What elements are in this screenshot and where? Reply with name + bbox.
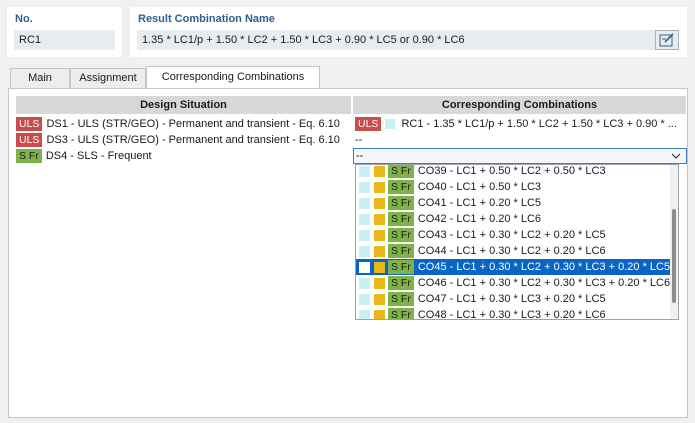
- color-swatch-icon: [359, 293, 370, 305]
- sls-frequent-badge: S Fr: [388, 228, 414, 242]
- tab-corresponding-combinations[interactable]: Corresponding Combinations: [146, 66, 320, 89]
- sls-frequent-badge: S Fr: [388, 308, 414, 319]
- color-swatch-icon: [359, 309, 370, 319]
- color-swatch-icon: [359, 197, 370, 209]
- yellow-square-icon: [374, 165, 385, 177]
- combination-dropdown-list[interactable]: S Fr CO39 - LC1 + 0.50 * LC2 + 0.50 * LC…: [355, 164, 679, 320]
- dropdown-item-co39[interactable]: S Fr CO39 - LC1 + 0.50 * LC2 + 0.50 * LC…: [356, 165, 671, 179]
- name-label: Result Combination Name: [138, 13, 275, 25]
- sls-frequent-badge: S Fr: [388, 212, 414, 226]
- dropdown-item-co46[interactable]: S Fr CO46 - LC1 + 0.30 * LC2 + 0.30 * LC…: [356, 275, 671, 291]
- dropdown-item-co45[interactable]: S Fr CO45 - LC1 + 0.30 * LC2 + 0.30 * LC…: [356, 259, 671, 275]
- column-header-design-situation[interactable]: Design Situation: [16, 96, 352, 114]
- sls-frequent-badge: S Fr: [388, 276, 414, 290]
- dropdown-item-text: CO42 - LC1 + 0.20 * LC6: [417, 213, 542, 225]
- dropdown-item-text: CO46 - LC1 + 0.30 * LC2 + 0.30 * LC3 + 0…: [417, 277, 671, 289]
- scrollbar-thumb[interactable]: [672, 209, 676, 303]
- color-swatch-icon: [359, 165, 370, 177]
- sls-frequent-badge: S Fr: [388, 180, 414, 194]
- edit-name-button[interactable]: [655, 30, 679, 50]
- yellow-square-icon: [374, 213, 385, 225]
- tab-assignment[interactable]: Assignment: [70, 68, 146, 88]
- sls-frequent-badge: S Fr: [388, 260, 414, 274]
- design-situation-row[interactable]: ULS DS3 - ULS (STR/GEO) - Permanent and …: [16, 132, 352, 148]
- yellow-square-icon: [374, 181, 385, 193]
- column-header-corresponding-combinations[interactable]: Corresponding Combinations: [353, 96, 687, 114]
- number-field[interactable]: RC1: [14, 30, 115, 50]
- name-group: Result Combination Name 1.35 * LC1/p + 1…: [130, 7, 687, 57]
- combination-dropdown[interactable]: --: [353, 148, 687, 164]
- yellow-square-icon: [374, 277, 385, 289]
- dropdown-item-co41[interactable]: S Fr CO41 - LC1 + 0.20 * LC5: [356, 195, 671, 211]
- name-field[interactable]: 1.35 * LC1/p + 1.50 * LC2 + 1.50 * LC3 +…: [137, 30, 656, 50]
- sls-frequent-badge: S Fr: [388, 292, 414, 306]
- uls-badge: ULS: [16, 133, 43, 147]
- combination-text: RC1 - 1.35 * LC1/p + 1.50 * LC2 + 1.50 *…: [401, 118, 677, 130]
- design-situation-text: DS1 - ULS (STR/GEO) - Permanent and tran…: [46, 118, 340, 130]
- color-swatch-icon: [359, 213, 370, 225]
- color-swatch-icon: [359, 229, 370, 241]
- dropdown-item-text: CO47 - LC1 + 0.30 * LC3 + 0.20 * LC5: [417, 293, 606, 305]
- dropdown-scrollbar[interactable]: [670, 165, 678, 319]
- color-swatch-icon: [359, 181, 370, 193]
- color-swatch-icon: [359, 261, 370, 273]
- dropdown-item-co42[interactable]: S Fr CO42 - LC1 + 0.20 * LC6: [356, 211, 671, 227]
- design-situation-row[interactable]: S Fr DS4 - SLS - Frequent: [16, 148, 352, 164]
- design-situation-row[interactable]: ULS DS1 - ULS (STR/GEO) - Permanent and …: [16, 116, 352, 132]
- dropdown-item-text: CO43 - LC1 + 0.30 * LC2 + 0.20 * LC5: [417, 229, 606, 241]
- tab-main[interactable]: Main: [10, 68, 70, 88]
- dropdown-item-co47[interactable]: S Fr CO47 - LC1 + 0.30 * LC3 + 0.20 * LC…: [356, 291, 671, 307]
- number-label: No.: [15, 13, 33, 25]
- sls-frequent-badge: S Fr: [388, 165, 414, 178]
- yellow-square-icon: [374, 261, 385, 273]
- uls-badge: ULS: [355, 117, 382, 131]
- dropdown-item-co40[interactable]: S Fr CO40 - LC1 + 0.50 * LC3: [356, 179, 671, 195]
- yellow-square-icon: [374, 229, 385, 241]
- combination-text: --: [355, 134, 363, 146]
- color-swatch-icon: [359, 277, 370, 289]
- chevron-down-icon[interactable]: [670, 150, 682, 162]
- sls-frequent-badge: S Fr: [388, 196, 414, 210]
- combination-cell[interactable]: ULS RC1 - 1.35 * LC1/p + 1.50 * LC2 + 1.…: [353, 116, 687, 132]
- dropdown-item-text: CO41 - LC1 + 0.20 * LC5: [417, 197, 542, 209]
- edit-icon: [659, 33, 674, 47]
- yellow-square-icon: [374, 309, 385, 319]
- uls-badge: ULS: [16, 117, 43, 131]
- dropdown-item-text: CO39 - LC1 + 0.50 * LC2 + 0.50 * LC3: [417, 165, 606, 177]
- yellow-square-icon: [374, 245, 385, 257]
- design-situation-text: DS3 - ULS (STR/GEO) - Permanent and tran…: [46, 134, 340, 146]
- dropdown-item-text: CO40 - LC1 + 0.50 * LC3: [417, 181, 542, 193]
- dropdown-item-co48[interactable]: S Fr CO48 - LC1 + 0.30 * LC3 + 0.20 * LC…: [356, 307, 671, 320]
- sls-frequent-badge: S Fr: [388, 244, 414, 258]
- dropdown-item-text: CO48 - LC1 + 0.30 * LC3 + 0.20 * LC6: [417, 309, 606, 320]
- yellow-square-icon: [374, 293, 385, 305]
- corresponding-combinations-panel: Design Situation Corresponding Combinati…: [8, 88, 688, 418]
- sls-frequent-badge: S Fr: [16, 149, 42, 163]
- number-group: No. RC1: [7, 7, 122, 57]
- dropdown-item-text: CO45 - LC1 + 0.30 * LC2 + 0.30 * LC3 + 0…: [417, 261, 671, 273]
- dropdown-value: --: [356, 150, 364, 162]
- yellow-square-icon: [374, 197, 385, 209]
- dropdown-item-co44[interactable]: S Fr CO44 - LC1 + 0.30 * LC2 + 0.20 * LC…: [356, 243, 671, 259]
- color-swatch-icon: [359, 245, 370, 257]
- combination-cell[interactable]: --: [353, 132, 687, 148]
- dropdown-item-co43[interactable]: S Fr CO43 - LC1 + 0.30 * LC2 + 0.20 * LC…: [356, 227, 671, 243]
- color-swatch-icon: [385, 119, 396, 129]
- design-situation-text: DS4 - SLS - Frequent: [45, 150, 152, 162]
- dropdown-item-text: CO44 - LC1 + 0.30 * LC2 + 0.20 * LC6: [417, 245, 606, 257]
